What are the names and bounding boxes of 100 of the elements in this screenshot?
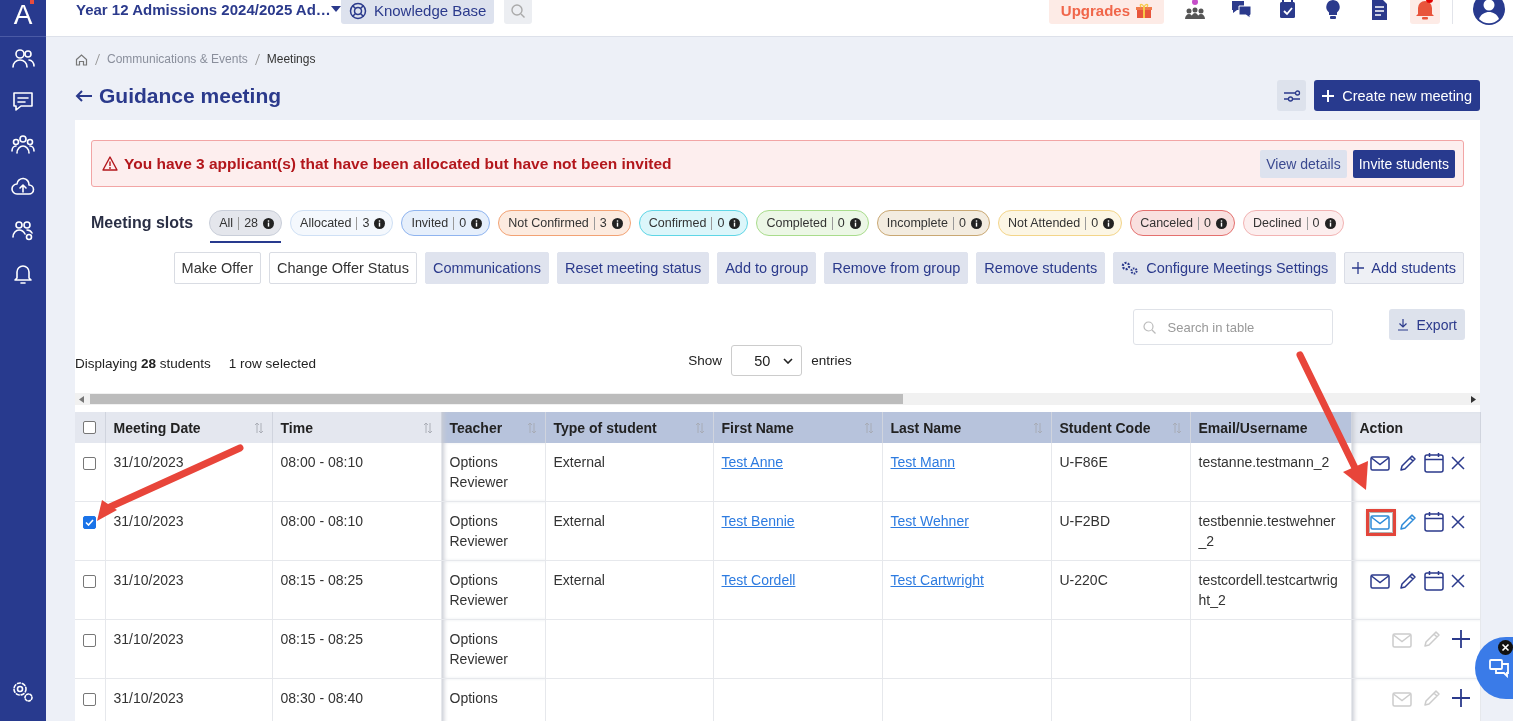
name-link[interactable]: Test Anne — [721, 454, 783, 470]
status-filter-tab[interactable]: Not Attended 0 — [997, 210, 1123, 236]
avatar-icon[interactable] — [1473, 0, 1505, 25]
status-filter-tab[interactable]: Completed 0 — [756, 210, 869, 236]
status-filter-tab[interactable]: Confirmed 0 — [638, 210, 749, 236]
mail-icon[interactable] — [1369, 453, 1392, 473]
column-header[interactable]: First Name — [713, 412, 882, 443]
info-icon — [1324, 217, 1336, 229]
scroll-right-icon[interactable] — [1471, 395, 1476, 403]
status-filter-tab[interactable]: Incomplete 0 — [876, 210, 990, 236]
status-filter-tab[interactable]: Invited 0 — [401, 210, 491, 236]
table-cell: External — [553, 454, 605, 470]
close-icon[interactable] — [1498, 640, 1513, 655]
info-icon — [729, 217, 741, 229]
column-header[interactable]: Last Name — [882, 412, 1051, 443]
name-link[interactable]: Test Cordell — [721, 572, 796, 588]
people-icon[interactable] — [11, 47, 35, 71]
pencil-icon — [1421, 688, 1442, 708]
mail-icon[interactable] — [1369, 571, 1392, 591]
column-header[interactable]: Meeting Date — [105, 412, 272, 443]
bell-icon[interactable] — [11, 262, 35, 286]
action-button[interactable]: Remove from group — [824, 252, 969, 284]
caret-icon[interactable] — [330, 6, 341, 12]
status-filter-tab[interactable]: Canceled 0 — [1130, 210, 1235, 236]
mail-icon — [1391, 630, 1412, 648]
column-header[interactable]: Time — [272, 412, 441, 443]
action-button[interactable]: Add students — [1344, 252, 1464, 284]
plus-icon[interactable] — [1451, 689, 1470, 707]
name-link[interactable]: Test Wehner — [890, 513, 969, 529]
settings-icon[interactable] — [11, 680, 35, 704]
plus-icon[interactable] — [1451, 630, 1470, 648]
table-search-field[interactable]: Search in table — [1132, 309, 1333, 345]
calendar-icon[interactable] — [1423, 570, 1444, 592]
horizontal-scrollbar[interactable] — [75, 393, 1480, 405]
column-header[interactable]: Type of student — [545, 412, 713, 443]
action-button[interactable]: Configure Meetings Settings — [1113, 252, 1337, 284]
table-cell: U-220C — [1059, 572, 1108, 588]
table-cell: External — [553, 572, 605, 588]
action-button[interactable]: Remove students — [976, 252, 1106, 284]
pencil-icon[interactable] — [1397, 571, 1418, 591]
action-button[interactable]: Communications — [424, 252, 549, 284]
notifications-button[interactable] — [1410, 0, 1440, 24]
workspace-selector[interactable]: Year 12 Admissions 2024/2025 Ad… — [76, 0, 331, 18]
action-button[interactable]: Change Offer Status — [269, 252, 417, 284]
name-link[interactable]: Test Bennie — [721, 513, 795, 529]
breadcrumb-item: Meetings — [266, 52, 316, 66]
export-button[interactable]: Export — [1388, 309, 1465, 340]
close-icon[interactable] — [1449, 573, 1466, 589]
logo[interactable]: A — [13, 0, 33, 30]
column-header[interactable]: Student Code — [1051, 412, 1190, 443]
filter-button[interactable] — [1277, 80, 1307, 111]
pencil-icon[interactable] — [1397, 453, 1418, 473]
action-button[interactable]: Make Offer — [173, 252, 261, 284]
group-icon[interactable] — [11, 133, 35, 157]
calendar-icon[interactable] — [1423, 452, 1444, 474]
info-icon — [374, 217, 386, 229]
calendar-icon[interactable] — [1423, 511, 1444, 533]
table-cell: Options Reviewer — [449, 513, 508, 549]
create-meeting-button[interactable]: Create new meeting — [1314, 80, 1480, 111]
close-icon[interactable] — [1449, 455, 1466, 471]
scroll-left-icon[interactable] — [79, 395, 84, 403]
sliders-icon — [1282, 88, 1301, 103]
checkbox[interactable] — [83, 634, 96, 647]
checkbox[interactable] — [83, 421, 96, 434]
plus-icon — [1352, 262, 1365, 274]
knowledge-base-button[interactable]: Knowledge Base — [340, 0, 495, 24]
column-header: Action — [1351, 412, 1480, 443]
scrollbar-thumb[interactable] — [90, 394, 903, 404]
group-settings-icon[interactable] — [11, 219, 35, 243]
breadcrumb-separator-icon — [254, 53, 260, 65]
table-cell: 31/10/2023 — [113, 454, 184, 470]
search-icon — [1142, 321, 1156, 334]
checkbox[interactable] — [83, 516, 96, 529]
selection-count: 1 row selected — [228, 356, 316, 371]
page-size-select[interactable]: 50 — [731, 345, 803, 376]
team-idea-icon[interactable] — [1184, 0, 1206, 20]
invite-button[interactable]: Invite students — [1352, 149, 1455, 178]
action-button[interactable]: Add to group — [717, 252, 817, 284]
checkbox[interactable] — [83, 575, 96, 588]
close-icon[interactable] — [1449, 514, 1466, 530]
checkbox[interactable] — [83, 457, 96, 470]
home-icon[interactable] — [75, 52, 88, 66]
table-cell: 08:15 - 08:25 — [280, 631, 363, 647]
back-arrow-icon[interactable] — [75, 88, 93, 103]
bell-icon — [1414, 0, 1436, 20]
view-details-button[interactable]: View details — [1260, 149, 1347, 178]
action-button[interactable]: Reset meeting status — [556, 252, 710, 284]
gears-icon — [1121, 261, 1140, 275]
name-link[interactable]: Test Cartwright — [890, 572, 984, 588]
checkbox[interactable] — [83, 693, 96, 706]
name-link[interactable]: Test Mann — [890, 454, 956, 470]
page-title: Guidance meeting — [99, 83, 283, 108]
status-filter-tab[interactable]: Not Confirmed 3 — [498, 210, 631, 236]
status-filter-tab[interactable]: Allocated 3 — [290, 210, 394, 236]
column-header[interactable]: Teacher — [441, 412, 545, 443]
info-icon — [471, 217, 483, 229]
chat-bubbles-icon[interactable] — [1230, 0, 1252, 20]
status-filter-tab[interactable]: Declined 0 — [1242, 210, 1344, 236]
plus-icon — [1322, 89, 1335, 102]
message-icon[interactable] — [11, 90, 35, 114]
